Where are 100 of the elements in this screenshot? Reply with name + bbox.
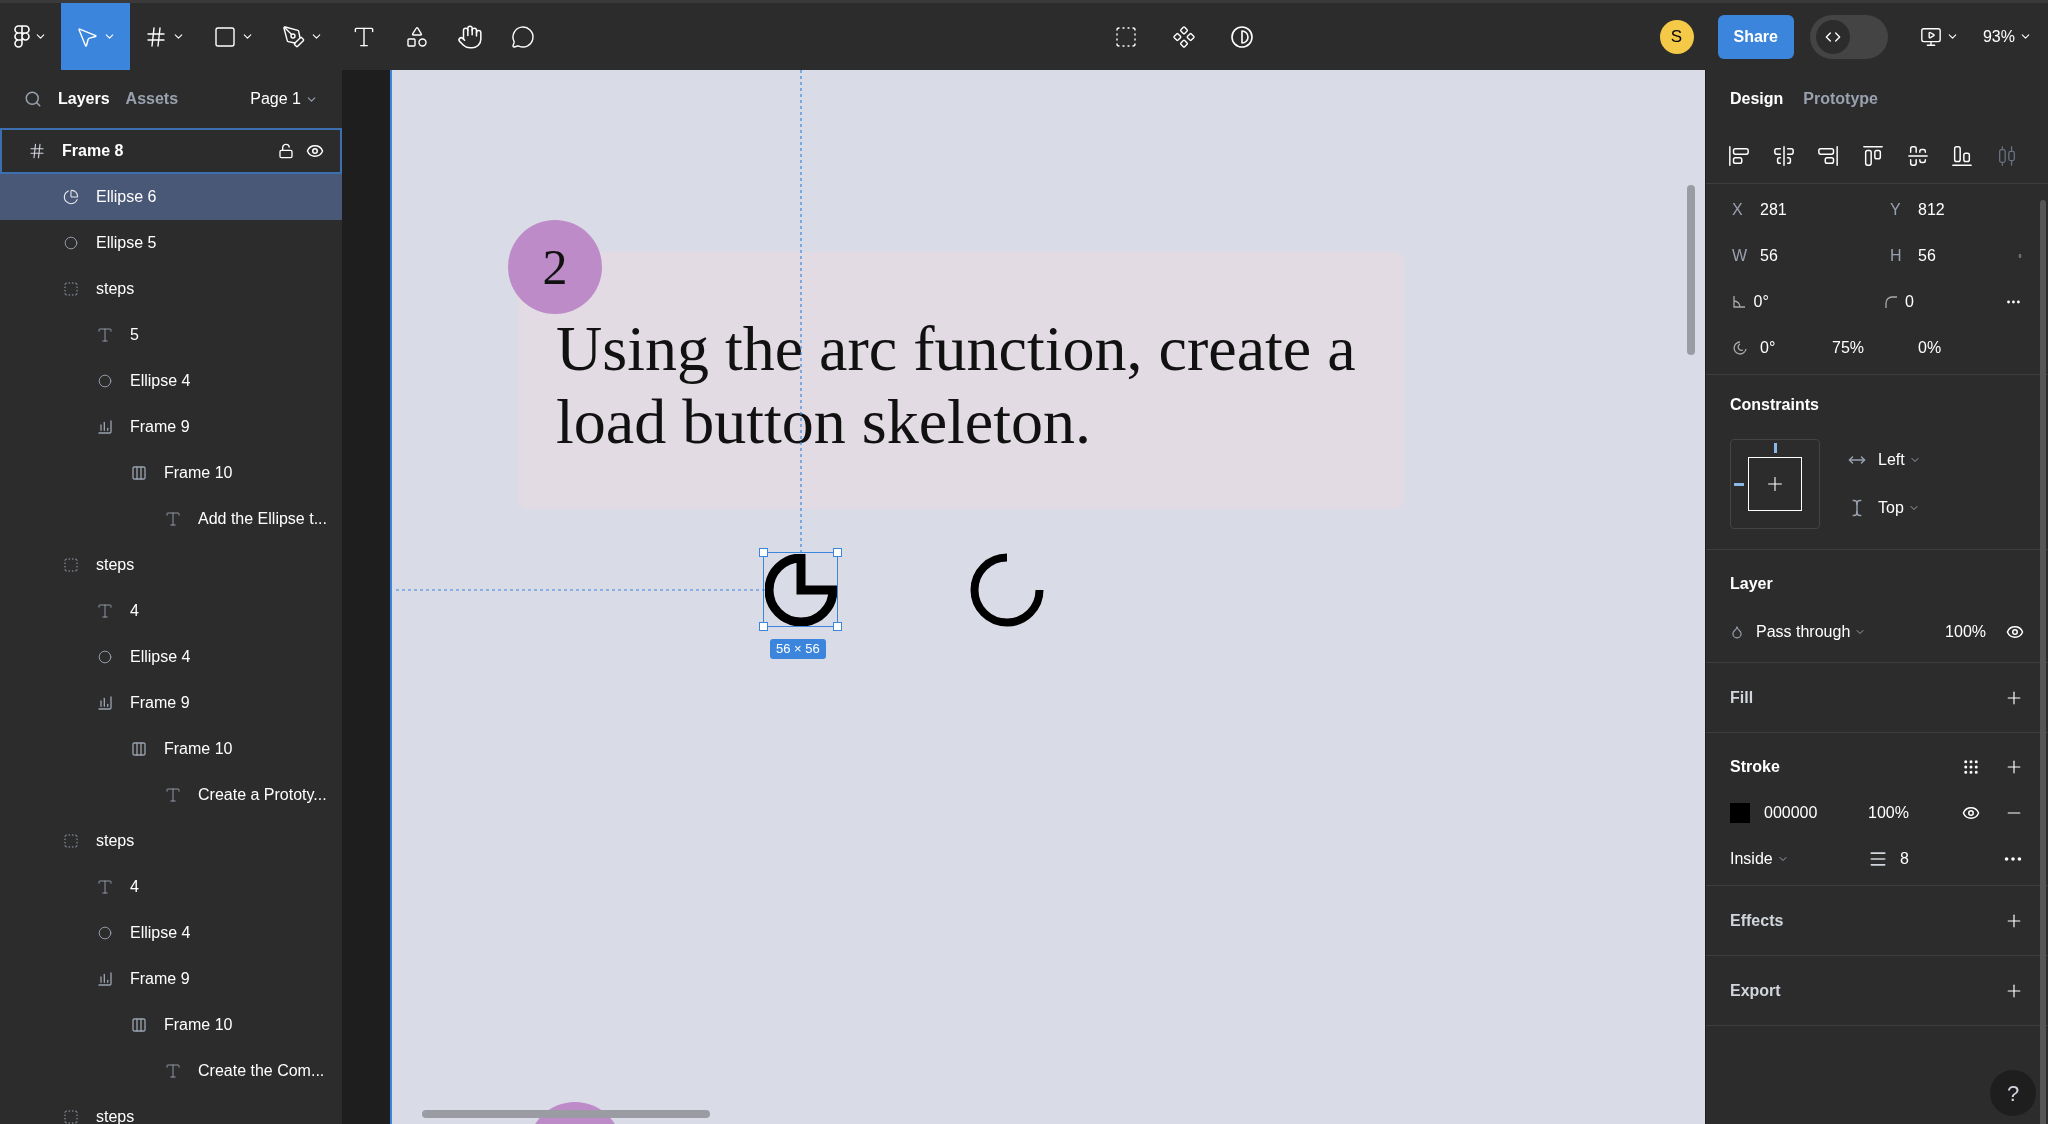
blend-mode-dropdown[interactable]: Pass through [1756, 620, 1867, 644]
layer-row[interactable]: Frame 10 [0, 1002, 342, 1048]
rotation-icon [1732, 295, 1746, 309]
lock-icon[interactable] [278, 143, 294, 159]
pen-icon [282, 24, 306, 49]
layer-row[interactable]: Ellipse 4 [0, 634, 342, 680]
resources-icon [405, 24, 429, 49]
align-center-icon[interactable] [1772, 144, 1795, 167]
step-number-badge: 2 [508, 220, 602, 314]
layer-row[interactable]: 4 [0, 864, 342, 910]
constraints-widget[interactable] [1730, 439, 1820, 529]
layer-row[interactable]: Frame 10 [0, 726, 342, 772]
visibility-icon[interactable] [306, 142, 324, 160]
layer-name: 4 [130, 877, 139, 897]
field-value[interactable]: 0° [1753, 290, 1884, 314]
field-label: W [1732, 246, 1749, 266]
layer-name: Ellipse 4 [130, 371, 191, 391]
text-layer-icon [96, 878, 114, 896]
field-value[interactable]: 281 [1760, 198, 1890, 222]
layer-row[interactable]: Ellipse 6 [0, 174, 342, 220]
layer-name: steps [96, 279, 135, 299]
styles-icon[interactable] [1962, 758, 1980, 776]
horizontal-layout-icon [97, 695, 113, 711]
layer-row[interactable]: Frame 9 [0, 680, 342, 726]
resize-handle[interactable] [759, 622, 768, 631]
zoom-dropdown[interactable]: 93% [1982, 24, 2032, 49]
stroke-position-dropdown[interactable]: Inside [1730, 847, 1868, 871]
panel-tab[interactable]: Prototype [1803, 87, 1878, 111]
help-button[interactable]: ? [1990, 1070, 2036, 1116]
layer-name: Create a Prototy... [198, 785, 327, 805]
panel-scrollbar[interactable] [2040, 200, 2046, 1124]
horizontal-constraint-dropdown[interactable]: Left [1878, 448, 1921, 472]
horizontal-scrollbar[interactable] [422, 1110, 710, 1118]
layer-name: Frame 10 [164, 463, 233, 483]
edit-object-icon[interactable] [1114, 24, 1139, 49]
align-left-icon[interactable] [1728, 144, 1750, 167]
layer-row[interactable]: Ellipse 5 [0, 220, 342, 266]
field-label: Y [1890, 200, 1902, 220]
layer-row[interactable]: Frame 9 [0, 956, 342, 1002]
align-top-icon[interactable] [1861, 144, 1884, 167]
layer-row[interactable]: steps [0, 818, 342, 864]
panel-tab[interactable]: Assets [125, 87, 179, 111]
ellipse-icon [98, 374, 112, 388]
field-value[interactable]: 56 [1760, 244, 1890, 268]
present-icon[interactable] [1919, 25, 1942, 48]
vertical-scrollbar[interactable] [1687, 185, 1695, 355]
arc-icon [1732, 340, 1748, 356]
layer-row[interactable]: steps [0, 542, 342, 588]
layer-row[interactable]: 4 [0, 588, 342, 634]
group-icon [63, 1109, 79, 1124]
field-value[interactable]: 0° [1760, 336, 1832, 360]
component-icon[interactable] [1172, 24, 1197, 49]
field-value[interactable]: 812 [1918, 198, 2018, 222]
layer-name: Ellipse 5 [96, 233, 157, 253]
stroke-color-value[interactable]: 000000 [1764, 801, 1868, 825]
page-dropdown[interactable]: Page 1 [250, 87, 318, 111]
resize-handle[interactable] [833, 548, 842, 557]
resize-handle[interactable] [759, 548, 768, 557]
align-middle-icon[interactable] [1906, 144, 1929, 167]
rectangle-icon [213, 24, 237, 49]
layer-row[interactable]: Create the Com... [0, 1048, 342, 1094]
panel-tab[interactable]: Layers [58, 87, 110, 111]
layer-row[interactable]: Ellipse 4 [0, 358, 342, 404]
stroke-opacity[interactable]: 100% [1868, 801, 1909, 825]
color-swatch[interactable] [1730, 803, 1750, 823]
user-avatar[interactable]: S [1659, 19, 1694, 54]
left-constraint-marker[interactable] [1734, 483, 1744, 486]
share-button[interactable]: Share [1717, 14, 1794, 59]
layer-row[interactable]: Frame 10 [0, 450, 342, 496]
visibility-icon[interactable] [2006, 623, 2024, 641]
field-value[interactable]: 56 [1918, 244, 2018, 268]
layer-row[interactable]: Ellipse 4 [0, 910, 342, 956]
resize-handle[interactable] [833, 622, 842, 631]
section-title: Export [1730, 980, 1781, 1001]
align-right-icon[interactable] [1817, 144, 1840, 167]
layer-row[interactable]: Create a Prototy... [0, 772, 342, 818]
search-icon[interactable] [24, 90, 42, 108]
field-value[interactable]: 0% [1918, 336, 2018, 360]
panel-tab[interactable]: Design [1730, 87, 1784, 111]
layer-name: Frame 9 [130, 417, 190, 437]
align-bottom-icon[interactable] [1951, 144, 1974, 167]
visibility-icon[interactable] [1962, 804, 1980, 822]
contrast-icon[interactable] [1230, 24, 1255, 49]
layer-row[interactable]: Frame 8 [0, 128, 342, 174]
vertical-constraint-dropdown[interactable]: Top [1878, 496, 1920, 520]
layer-row[interactable]: 5 [0, 312, 342, 358]
stroke-weight-value[interactable]: 8 [1900, 847, 1909, 871]
layer-opacity[interactable]: 100% [1945, 620, 1986, 644]
dev-mode-toggle[interactable] [1809, 14, 1888, 59]
field-value[interactable]: 75% [1832, 336, 1918, 360]
layer-row[interactable]: Frame 9 [0, 404, 342, 450]
layer-row[interactable]: Add the Ellipse t... [0, 496, 342, 542]
vertical-layout-icon [131, 465, 147, 481]
layer-name: Frame 8 [62, 141, 124, 161]
layer-name: Ellipse 4 [130, 647, 191, 667]
layer-row[interactable]: steps [0, 266, 342, 312]
layer-name: 5 [130, 325, 139, 345]
top-constraint-marker[interactable] [1774, 443, 1777, 453]
field-value[interactable]: 0 [1905, 290, 2006, 314]
field-label: H [1890, 246, 1903, 266]
